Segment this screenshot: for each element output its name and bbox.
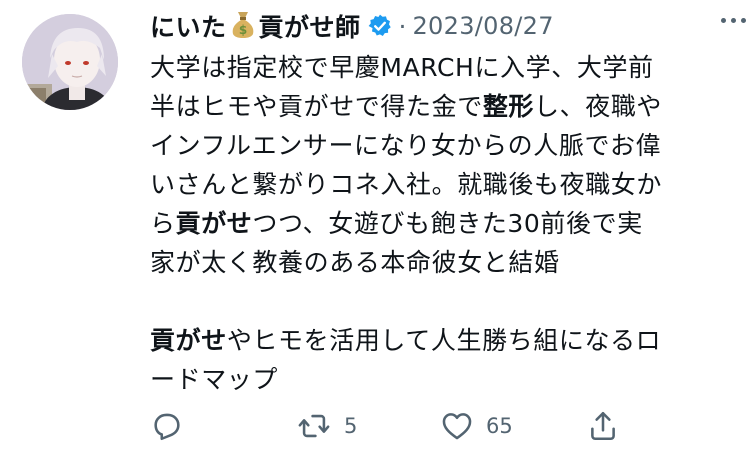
money-bag-icon: $ (230, 10, 256, 42)
tweet-text-line: ら貢がせつつ、女遊びも飽きた30前後で実 (150, 204, 740, 243)
retweet-button[interactable]: 5 (296, 404, 357, 448)
tweet-text-segment: インフルエンサーになり女からの人脈でお偉 (150, 131, 662, 160)
display-name[interactable]: にいた (150, 8, 227, 44)
share-icon (591, 411, 615, 441)
more-dot-icon (741, 17, 746, 23)
tweet-text-bold-segment: 貢がせ (175, 209, 253, 238)
display-name-title[interactable]: 貢がせ師 (259, 8, 361, 44)
like-count: 65 (486, 414, 513, 438)
tweet-text-segment: やヒモを活用して人生勝ち組になるロ (226, 326, 662, 355)
heart-icon (442, 413, 472, 440)
tweet-text-line: いさんと繋がりコネ入社。就職後も夜職女か (150, 165, 740, 204)
tweet-text-segment: 大学は指定校で早慶MARCHに入学、大学前 (150, 53, 654, 82)
tweet-text-segment: 家が太く教養のある本命彼女と結婚 (150, 248, 560, 277)
retweet-count: 5 (344, 414, 358, 438)
tweet-text-segment: いさんと繋がりコネ入社。就職後も夜職女か (150, 170, 663, 199)
tweet-text-segment: つつ、女遊びも飽きた30前後で実 (252, 209, 643, 238)
header-separator: · (398, 11, 407, 41)
tweet-text-segment: ら (150, 209, 176, 238)
verified-badge-icon (367, 13, 393, 39)
tweet-text-segment: 半はヒモや貢がせで得た金で (150, 92, 483, 121)
avatar-image (22, 14, 118, 110)
tweet-text-line: 家が太く教養のある本命彼女と結婚 (150, 243, 740, 282)
tweet-text-line: 貢がせやヒモを活用して人生勝ち組になるロ (150, 321, 740, 360)
reply-icon (154, 413, 180, 441)
retweet-icon (298, 414, 330, 438)
tweet-actions: 5 65 (150, 404, 630, 448)
more-dot-icon (731, 17, 736, 23)
like-button[interactable]: 65 (440, 404, 513, 448)
reply-button[interactable] (150, 404, 184, 448)
tweet-text-line: 大学は指定校で早慶MARCHに入学、大学前 (150, 48, 740, 87)
tweet-text-bold-segment: 整形 (482, 92, 535, 121)
more-options-button[interactable] (721, 0, 746, 40)
tweet-header: にいた $ 貢がせ師 · 2023/08/27 (150, 6, 736, 46)
more-dot-icon (721, 17, 726, 23)
tweet-text-bold-segment: 貢がせ (150, 326, 227, 355)
tweet-text-segment: し、夜職や (534, 92, 663, 121)
share-button[interactable] (586, 404, 620, 448)
tweet-text-line: インフルエンサーになり女からの人脈でお偉 (150, 126, 740, 165)
svg-text:$: $ (238, 23, 246, 37)
tweet-text-segment: ードマップ (150, 365, 279, 394)
tweet-text-line: 半はヒモや貢がせで得た金で整形し、夜職や (150, 87, 740, 126)
tweet-text-line: ードマップ (150, 360, 740, 399)
tweet-date[interactable]: 2023/08/27 (412, 12, 553, 40)
avatar[interactable] (22, 14, 118, 110)
tweet-text: 大学は指定校で早慶MARCHに入学、大学前 半はヒモや貢がせで得た金で整形し、夜職… (150, 48, 740, 399)
